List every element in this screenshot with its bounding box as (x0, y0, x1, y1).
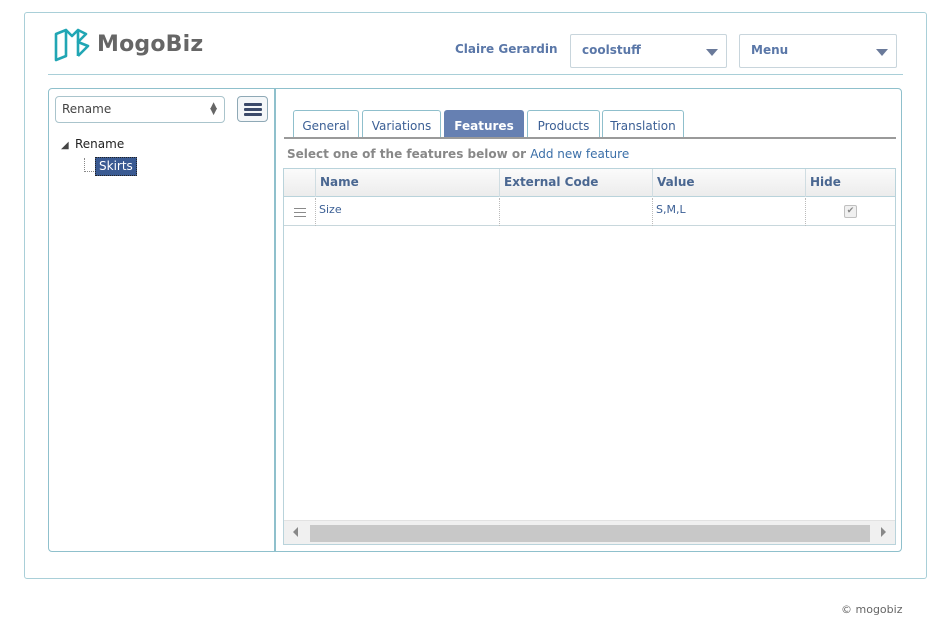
chevron-down-icon (706, 49, 718, 56)
tab-translation[interactable]: Translation (602, 110, 684, 139)
tree-expand-icon[interactable]: ◢ (61, 140, 75, 151)
tab-underline (284, 137, 896, 139)
panel-splitter[interactable] (274, 89, 276, 551)
footer-copyright: © mogobiz (841, 603, 903, 616)
scroll-right-icon[interactable] (881, 527, 886, 537)
horizontal-scrollbar[interactable] (284, 520, 895, 544)
tab-products[interactable]: Products (527, 110, 600, 139)
features-prompt-text: Select one of the features below or (287, 147, 527, 161)
cell-name[interactable]: Size (316, 198, 500, 226)
menu-select-value: Menu (751, 43, 789, 57)
tree-root[interactable]: ◢ Rename (61, 137, 124, 151)
column-header-name[interactable]: Name (316, 169, 500, 197)
column-header-hide[interactable]: Hide (806, 169, 895, 197)
add-feature-link[interactable]: Add new feature (530, 147, 629, 161)
column-header-value[interactable]: Value (653, 169, 806, 197)
tree-connector (84, 158, 94, 172)
row-drag-handle[interactable] (284, 198, 316, 226)
sort-arrows-icon: ▲ ▼ (210, 101, 217, 117)
user-name[interactable]: Claire Gerardin (455, 42, 558, 56)
cell-value[interactable]: S,M,L (653, 198, 806, 226)
header-divider (48, 74, 903, 75)
hide-checkbox[interactable]: ✔ (844, 205, 857, 218)
features-prompt: Select one of the features below or Add … (287, 147, 629, 161)
chevron-down-icon (876, 49, 888, 56)
tab-features[interactable]: Features (444, 110, 524, 139)
store-select[interactable]: coolstuff (570, 34, 727, 68)
column-header-external-code[interactable]: External Code (500, 169, 653, 197)
tree-item-skirts[interactable]: Skirts (95, 157, 137, 176)
grid-header-handle (284, 169, 316, 197)
hamburger-icon (244, 103, 262, 106)
drag-handle-icon (294, 208, 306, 220)
scroll-left-icon[interactable] (293, 527, 298, 537)
catalog-select[interactable]: Rename ▲ ▼ (55, 96, 225, 123)
catalog-menu-button[interactable] (237, 96, 268, 122)
tab-general[interactable]: General (293, 110, 359, 139)
scrollbar-thumb[interactable] (310, 525, 870, 542)
cell-hide: ✔ (806, 198, 895, 226)
cell-external-code[interactable] (500, 198, 653, 226)
table-row[interactable]: Size S,M,L ✔ (284, 198, 895, 226)
tab-variations[interactable]: Variations (362, 110, 441, 139)
logo-text: MogoBiz (97, 32, 204, 57)
features-grid: Name External Code Value Hide Size S,M,L… (283, 168, 896, 545)
grid-header: Name External Code Value Hide (284, 169, 895, 197)
store-select-value: coolstuff (582, 43, 641, 57)
menu-select[interactable]: Menu (739, 34, 897, 68)
catalog-select-value: Rename (62, 102, 112, 116)
tree-root-label: Rename (75, 137, 125, 151)
